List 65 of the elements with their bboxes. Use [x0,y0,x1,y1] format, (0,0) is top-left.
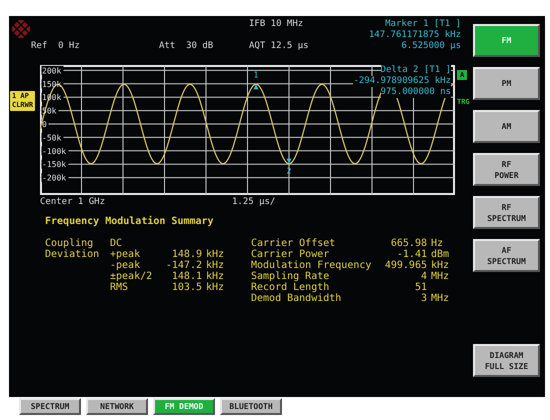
parameter-value: 148.1 [170,271,202,282]
delta-marker-readout: -294.978909625 kHz [353,76,451,87]
unit-label: kHz [205,282,226,293]
time-scale-label: 1.25 µs/ [232,196,276,208]
parameter-value: -1.41 [396,249,427,260]
ref-level-label: Ref 0 Hz [31,41,81,52]
marker-readout: Marker 1 [T1 ] [385,19,461,30]
parameter-item: ±peak/2 [110,271,154,282]
parameter-value: 51 [414,282,427,293]
unit-label: kHz [205,249,226,260]
parameter-label: Demod Bandwidth [251,293,342,304]
softkey-button[interactable]: DIAGRAM FULL SIZE [473,344,540,377]
parameter-label: Carrier Offset [251,238,336,249]
axis-tick-label: -100k [42,146,66,156]
parameter-item: +peak [110,249,142,260]
unit-label: kHz [205,260,226,271]
acquisition-time-label: AQT 12.5 µs [249,41,310,52]
parameter-item: RMS [110,282,130,293]
parameter-item: -peak [110,260,140,271]
parameter-value: 665.98 [390,238,427,249]
unit-label: kHz [205,271,226,282]
unit-label: kHz [430,260,450,271]
softkey-button[interactable]: AF SPECTRUM [473,239,540,272]
softkey-button[interactable]: RF SPECTRUM [473,196,540,229]
parameter-value: -147.2 [164,260,202,271]
parameter-value: 148.9 [170,249,202,260]
delta-marker-readout: Delta 2 [T1 ] [380,65,451,76]
unit-label: MHz [430,293,450,304]
softkey-button[interactable]: PM [473,67,540,100]
parameter-item: DC [110,238,124,249]
axis-tick-label: 150k [42,80,62,89]
unit-label: dBm [430,249,450,260]
parameter-value: 499.965 [384,260,427,271]
unit-label: Hz [430,238,444,249]
delta-marker-readout: 975.000000 ns [380,87,451,98]
mode-tab[interactable]: SPECTRUM [19,398,81,415]
parameter-label: Deviation [45,249,100,260]
marker-icon [254,84,258,90]
axis-tick-label: 0 [42,120,47,129]
parameter-label: Coupling [45,238,94,249]
summary-title: Frequency Modulation Summary [45,216,215,227]
logo-icon [12,20,30,38]
parameter-label: Carrier Power [251,249,330,260]
marker-readout: 6.525000 µs [401,41,461,52]
axis-tick-label: -50k [42,133,62,142]
axis-tick-label: -150k [42,160,66,170]
unit-label: MHz [430,271,450,282]
softkey-button[interactable]: RF POWER [473,153,540,186]
ifb-label: IFB 10 MHz [249,19,304,30]
parameter-value: 3 [420,293,427,304]
parameter-label: Sampling Rate [251,271,330,282]
mode-tab[interactable]: NETWORK [86,398,148,415]
parameter-value: 103.5 [170,282,202,293]
marker-label: 1 [254,70,258,80]
parameter-value: 4 [420,271,427,282]
parameter-label: Modulation Frequency [251,260,372,271]
marker-icon [286,158,292,164]
marker-readout: 147.761171875 kHz [368,30,461,41]
center-frequency-label: Center 1 GHz [40,196,106,208]
softkey-button[interactable]: AM [473,110,540,143]
attenuation-label: Att 30 dB [159,41,214,52]
axis-tick-label: -200k [42,174,66,183]
mode-tab[interactable]: BLUETOOTH [220,398,282,415]
parameter-label: Record Length [251,282,330,293]
axis-tick-label: 200k [42,66,62,76]
